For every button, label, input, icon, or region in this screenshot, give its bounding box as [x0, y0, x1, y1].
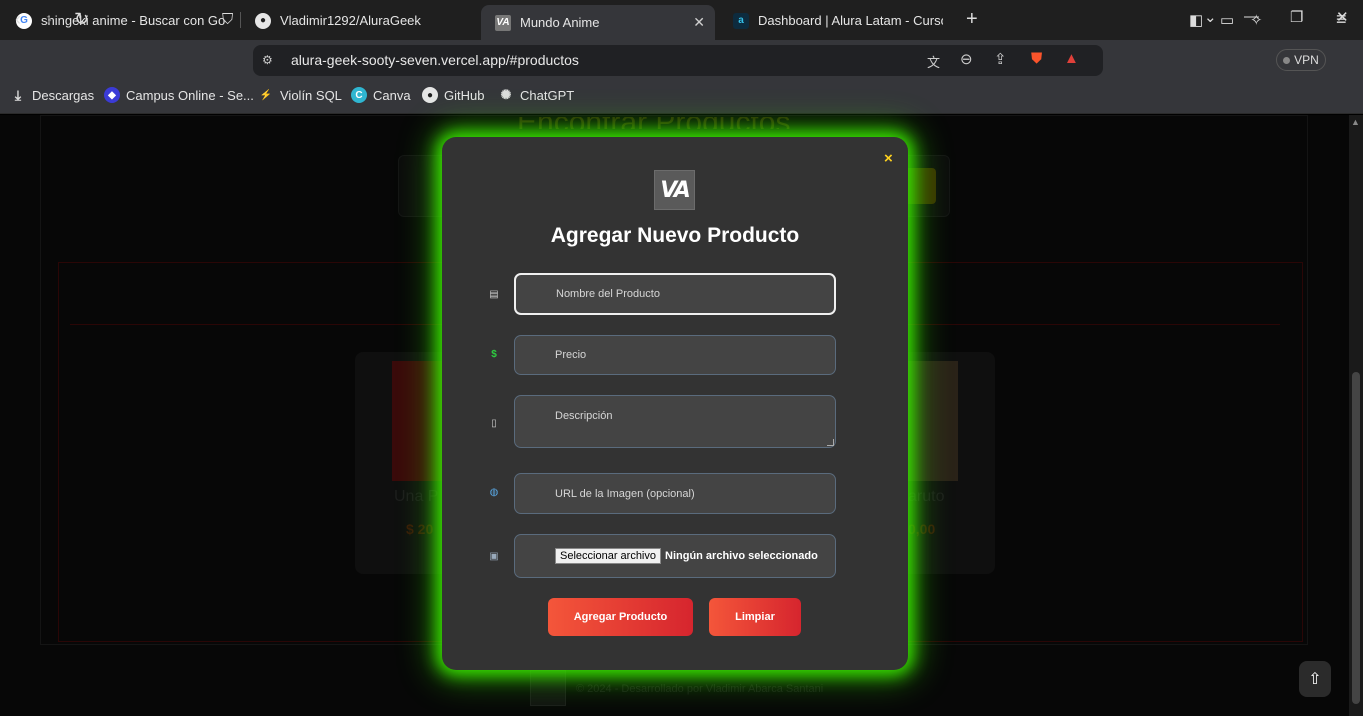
- select-file-button[interactable]: Seleccionar archivo: [555, 548, 661, 564]
- product-image-left: [392, 361, 442, 481]
- price-input[interactable]: Precio: [514, 335, 836, 375]
- bookmark-violin-sql[interactable]: ⚡ Violín SQL: [258, 87, 342, 103]
- share-icon[interactable]: ⇪: [994, 50, 1007, 68]
- tab-label: Mundo Anime: [520, 15, 600, 30]
- bookmark-chatgpt[interactable]: ✺ ChatGPT: [498, 87, 575, 103]
- reload-icon[interactable]: ↻: [74, 9, 89, 30]
- site-info-icon[interactable]: ⚙: [262, 53, 273, 67]
- brave-rewards-icon[interactable]: ▲: [1064, 50, 1079, 67]
- forward-icon[interactable]: ›: [46, 9, 52, 30]
- close-modal-icon[interactable]: ×: [884, 150, 893, 167]
- github-icon: ●: [422, 87, 438, 103]
- wallet-icon[interactable]: ▭: [1220, 11, 1234, 29]
- product-name-right: aruto: [908, 488, 945, 505]
- tab-alura-dashboard[interactable]: a Dashboard | Alura Latam - Cursos o: [719, 5, 955, 36]
- bookmark-label: Violín SQL: [280, 87, 342, 103]
- product-price-left: $ 20: [406, 521, 434, 537]
- tab-search-chevron-icon[interactable]: ⌄: [1204, 8, 1217, 26]
- price-icon: $: [491, 349, 497, 360]
- description-placeholder: Descripción: [555, 410, 613, 422]
- bookmark-descargas[interactable]: ⤓ Descargas: [10, 87, 94, 103]
- vpn-label: VPN: [1294, 53, 1319, 67]
- section-title: Encontrar Productos: [517, 117, 837, 129]
- description-icon: ▯: [491, 418, 497, 429]
- sidebar-toggle-icon[interactable]: ◧: [1189, 11, 1203, 29]
- download-icon: ⤓: [14, 86, 22, 103]
- translate-icon[interactable]: 文: [927, 52, 940, 71]
- image-url-input[interactable]: URL de la Imagen (opcional): [514, 473, 836, 514]
- product-name-left: Una P: [394, 488, 439, 505]
- add-product-button[interactable]: Agregar Producto: [548, 598, 693, 636]
- bookmark-icon[interactable]: ⛉: [222, 11, 233, 28]
- file-status-text: Ningún archivo seleccionado: [665, 550, 818, 562]
- back-icon[interactable]: ‹: [15, 9, 21, 30]
- tab-github-repo[interactable]: ● Vladimir1292/AluraGeek: [241, 5, 477, 36]
- product-image-right: [905, 361, 958, 481]
- menu-icon[interactable]: ≡: [1336, 9, 1347, 30]
- zoom-out-icon[interactable]: ⊖: [960, 50, 973, 68]
- tab-label: Vladimir1292/AluraGeek: [280, 13, 421, 28]
- bookmark-label: Canva: [373, 87, 411, 103]
- resize-handle[interactable]: [827, 439, 834, 446]
- url-text[interactable]: alura-geek-sooty-seven.vercel.app/#produ…: [291, 52, 579, 68]
- alura-icon: a: [733, 12, 749, 29]
- new-tab-button[interactable]: +: [966, 8, 978, 31]
- tab-google-search[interactable]: G shingeki anime - Buscar con Google: [2, 5, 238, 36]
- bookmark-label: GitHub: [444, 87, 485, 103]
- restore-window-icon[interactable]: ❐: [1290, 8, 1303, 26]
- vpn-status-icon: [1283, 56, 1291, 64]
- bookmark-campus-online[interactable]: ◆ Campus Online - Se...: [104, 87, 254, 103]
- vpn-button[interactable]: VPN: [1276, 49, 1326, 71]
- leo-ai-icon[interactable]: ✧: [1250, 11, 1263, 29]
- bookmark-github[interactable]: ● GitHub: [422, 87, 484, 103]
- bookmark-label: ChatGPT: [520, 87, 575, 103]
- product-price-right: 0,00: [908, 521, 936, 537]
- chatgpt-icon: ✺: [500, 87, 512, 102]
- brave-shield-icon[interactable]: ⛊: [1031, 50, 1042, 67]
- bookmark-label: Descargas: [32, 87, 95, 103]
- description-textarea[interactable]: Descripción: [514, 395, 836, 448]
- bookmark-canva[interactable]: C Canva: [351, 87, 411, 103]
- tab-mundo-anime[interactable]: VA Mundo Anime ✕: [481, 5, 715, 40]
- bookmark-label: Campus Online - Se...: [126, 87, 254, 103]
- tab-label: shingeki anime - Buscar con Google: [41, 13, 226, 28]
- scroll-to-top-button[interactable]: ⇧: [1299, 661, 1331, 697]
- tab-label: Dashboard | Alura Latam - Cursos o: [758, 13, 943, 28]
- footer-logo: [530, 670, 566, 706]
- globe-icon: ◍: [489, 487, 499, 498]
- clear-button[interactable]: Limpiar: [709, 598, 801, 636]
- scrollbar-thumb[interactable]: [1352, 372, 1360, 704]
- github-icon: ●: [255, 12, 271, 29]
- campus-icon: ◆: [104, 87, 120, 103]
- product-name-input[interactable]: Nombre del Producto: [514, 273, 836, 315]
- va-logo: VA: [654, 170, 695, 210]
- close-tab-icon[interactable]: ✕: [693, 14, 705, 31]
- violin-icon: ⚡: [259, 89, 273, 101]
- image-file-icon: ▣: [489, 551, 499, 562]
- scroll-up-arrow-icon[interactable]: ▲: [1351, 117, 1360, 127]
- canva-icon: C: [351, 87, 367, 103]
- modal-title: Agregar Nuevo Producto: [550, 224, 800, 247]
- product-name-icon: ▤: [489, 289, 499, 300]
- footer-text: © 2024 - Desarrollado por Vladimir Abarc…: [576, 683, 824, 695]
- file-upload-field: Seleccionar archivo Ningún archivo selec…: [514, 534, 836, 578]
- va-logo-icon: VA: [495, 14, 511, 31]
